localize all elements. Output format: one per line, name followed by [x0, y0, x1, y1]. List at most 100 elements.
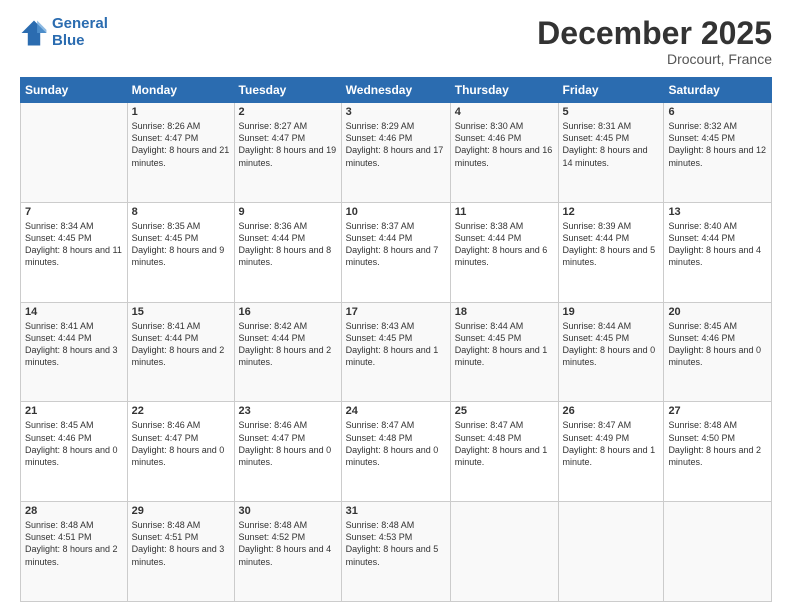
day-number: 7 [25, 206, 123, 218]
cell-5-6 [558, 502, 664, 602]
cell-3-6: 19Sunrise: 8:44 AMSunset: 4:45 PMDayligh… [558, 302, 664, 402]
cell-details: Sunrise: 8:27 AMSunset: 4:47 PMDaylight:… [239, 120, 337, 169]
cell-3-5: 18Sunrise: 8:44 AMSunset: 4:45 PMDayligh… [450, 302, 558, 402]
cell-1-1 [21, 103, 128, 203]
cell-details: Sunrise: 8:44 AMSunset: 4:45 PMDaylight:… [455, 320, 554, 369]
cell-details: Sunrise: 8:29 AMSunset: 4:46 PMDaylight:… [346, 120, 446, 169]
cell-3-2: 15Sunrise: 8:41 AMSunset: 4:44 PMDayligh… [127, 302, 234, 402]
day-number: 19 [563, 306, 660, 318]
day-number: 8 [132, 206, 230, 218]
cell-details: Sunrise: 8:39 AMSunset: 4:44 PMDaylight:… [563, 220, 660, 269]
cell-1-3: 2 Sunrise: 8:27 AMSunset: 4:47 PMDaylight… [234, 103, 341, 203]
day-number: 14 [25, 306, 123, 318]
cell-3-1: 14Sunrise: 8:41 AMSunset: 4:44 PMDayligh… [21, 302, 128, 402]
day-number: 11 [455, 206, 554, 218]
col-thursday: Thursday [450, 78, 558, 103]
cell-2-2: 8Sunrise: 8:35 AMSunset: 4:45 PMDaylight… [127, 202, 234, 302]
day-number: 13 [668, 206, 767, 218]
day-number: 24 [346, 405, 446, 417]
cell-1-5: 4 Sunrise: 8:30 AMSunset: 4:46 PMDaylight… [450, 103, 558, 203]
day-number: 21 [25, 405, 123, 417]
week-row-1: 1 Sunrise: 8:26 AMSunset: 4:47 PMDaylight… [21, 103, 772, 203]
day-number: 6 [668, 106, 767, 118]
day-number: 4 [455, 106, 554, 118]
cell-4-6: 26 Sunrise: 8:47 AMSunset: 4:49 PMDayligh… [558, 402, 664, 502]
cell-3-7: 20 Sunrise: 8:45 AMSunset: 4:46 PMDayligh… [664, 302, 772, 402]
day-number: 1 [132, 106, 230, 118]
cell-details: Sunrise: 8:26 AMSunset: 4:47 PMDaylight:… [132, 120, 230, 169]
cell-details: Sunrise: 8:32 AMSunset: 4:45 PMDaylight:… [668, 120, 767, 169]
day-number: 22 [132, 405, 230, 417]
cell-details: Sunrise: 8:38 AMSunset: 4:44 PMDaylight:… [455, 220, 554, 269]
day-number: 31 [346, 505, 446, 517]
cell-5-4: 31 Sunrise: 8:48 AMSunset: 4:53 PMDayligh… [341, 502, 450, 602]
cell-details: Sunrise: 8:37 AMSunset: 4:44 PMDaylight:… [346, 220, 446, 269]
cell-5-2: 29 Sunrise: 8:48 AMSunset: 4:51 PMDayligh… [127, 502, 234, 602]
day-number: 23 [239, 405, 337, 417]
cell-details: Sunrise: 8:41 AMSunset: 4:44 PMDaylight:… [132, 320, 230, 369]
cell-5-3: 30 Sunrise: 8:48 AMSunset: 4:52 PMDayligh… [234, 502, 341, 602]
cell-3-4: 17 Sunrise: 8:43 AMSunset: 4:45 PMDayligh… [341, 302, 450, 402]
cell-details: Sunrise: 8:42 AMSunset: 4:44 PMDaylight:… [239, 320, 337, 369]
day-number: 20 [668, 306, 767, 318]
cell-details: Sunrise: 8:48 AMSunset: 4:50 PMDaylight:… [668, 419, 767, 468]
logo: General Blue [20, 16, 108, 49]
cell-4-3: 23 Sunrise: 8:46 AMSunset: 4:47 PMDayligh… [234, 402, 341, 502]
calendar-page: General Blue December 2025 Drocourt, Fra… [0, 0, 792, 612]
cell-details: Sunrise: 8:47 AMSunset: 4:48 PMDaylight:… [455, 419, 554, 468]
day-number: 17 [346, 306, 446, 318]
header-row: Sunday Monday Tuesday Wednesday Thursday… [21, 78, 772, 103]
day-number: 12 [563, 206, 660, 218]
cell-details: Sunrise: 8:48 AMSunset: 4:53 PMDaylight:… [346, 519, 446, 568]
day-number: 30 [239, 505, 337, 517]
cell-details: Sunrise: 8:45 AMSunset: 4:46 PMDaylight:… [25, 419, 123, 468]
cell-1-4: 3Sunrise: 8:29 AMSunset: 4:46 PMDaylight… [341, 103, 450, 203]
week-row-2: 7 Sunrise: 8:34 AMSunset: 4:45 PMDaylight… [21, 202, 772, 302]
cell-2-1: 7 Sunrise: 8:34 AMSunset: 4:45 PMDaylight… [21, 202, 128, 302]
col-sunday: Sunday [21, 78, 128, 103]
day-number: 29 [132, 505, 230, 517]
cell-1-2: 1 Sunrise: 8:26 AMSunset: 4:47 PMDaylight… [127, 103, 234, 203]
cell-details: Sunrise: 8:45 AMSunset: 4:46 PMDaylight:… [668, 320, 767, 369]
day-number: 10 [346, 206, 446, 218]
day-number: 27 [668, 405, 767, 417]
cell-details: Sunrise: 8:31 AMSunset: 4:45 PMDaylight:… [563, 120, 660, 169]
day-number: 9 [239, 206, 337, 218]
logo-text: General Blue [52, 16, 108, 49]
cell-details: Sunrise: 8:43 AMSunset: 4:45 PMDaylight:… [346, 320, 446, 369]
cell-details: Sunrise: 8:46 AMSunset: 4:47 PMDaylight:… [239, 419, 337, 468]
cell-details: Sunrise: 8:48 AMSunset: 4:52 PMDaylight:… [239, 519, 337, 568]
cell-4-5: 25 Sunrise: 8:47 AMSunset: 4:48 PMDayligh… [450, 402, 558, 502]
week-row-5: 28 Sunrise: 8:48 AMSunset: 4:51 PMDayligh… [21, 502, 772, 602]
cell-4-1: 21 Sunrise: 8:45 AMSunset: 4:46 PMDayligh… [21, 402, 128, 502]
cell-details: Sunrise: 8:47 AMSunset: 4:49 PMDaylight:… [563, 419, 660, 468]
cell-5-7 [664, 502, 772, 602]
day-number: 2 [239, 106, 337, 118]
cell-1-6: 5 Sunrise: 8:31 AMSunset: 4:45 PMDaylight… [558, 103, 664, 203]
day-number: 5 [563, 106, 660, 118]
col-monday: Monday [127, 78, 234, 103]
col-friday: Friday [558, 78, 664, 103]
week-row-3: 14 Sunrise: 8:41 AMSunset: 4:44 PMDayligh… [21, 302, 772, 402]
cell-3-3: 16 Sunrise: 8:42 AMSunset: 4:44 PMDayligh… [234, 302, 341, 402]
cell-2-4: 10 Sunrise: 8:37 AMSunset: 4:44 PMDayligh… [341, 202, 450, 302]
cell-5-1: 28 Sunrise: 8:48 AMSunset: 4:51 PMDayligh… [21, 502, 128, 602]
cell-details: Sunrise: 8:30 AMSunset: 4:46 PMDaylight:… [455, 120, 554, 169]
day-number: 26 [563, 405, 660, 417]
month-title: December 2025 [537, 16, 772, 51]
cell-details: Sunrise: 8:34 AMSunset: 4:45 PMDaylight:… [25, 220, 123, 269]
cell-4-4: 24Sunrise: 8:47 AMSunset: 4:48 PMDayligh… [341, 402, 450, 502]
location: Drocourt, France [537, 51, 772, 67]
cell-2-6: 12 Sunrise: 8:39 AMSunset: 4:44 PMDayligh… [558, 202, 664, 302]
cell-details: Sunrise: 8:48 AMSunset: 4:51 PMDaylight:… [132, 519, 230, 568]
day-number: 28 [25, 505, 123, 517]
cell-4-2: 22Sunrise: 8:46 AMSunset: 4:47 PMDayligh… [127, 402, 234, 502]
day-number: 25 [455, 405, 554, 417]
cell-details: Sunrise: 8:48 AMSunset: 4:51 PMDaylight:… [25, 519, 123, 568]
day-number: 16 [239, 306, 337, 318]
cell-5-5 [450, 502, 558, 602]
cell-1-7: 6 Sunrise: 8:32 AMSunset: 4:45 PMDaylight… [664, 103, 772, 203]
col-wednesday: Wednesday [341, 78, 450, 103]
col-tuesday: Tuesday [234, 78, 341, 103]
week-row-4: 21 Sunrise: 8:45 AMSunset: 4:46 PMDayligh… [21, 402, 772, 502]
